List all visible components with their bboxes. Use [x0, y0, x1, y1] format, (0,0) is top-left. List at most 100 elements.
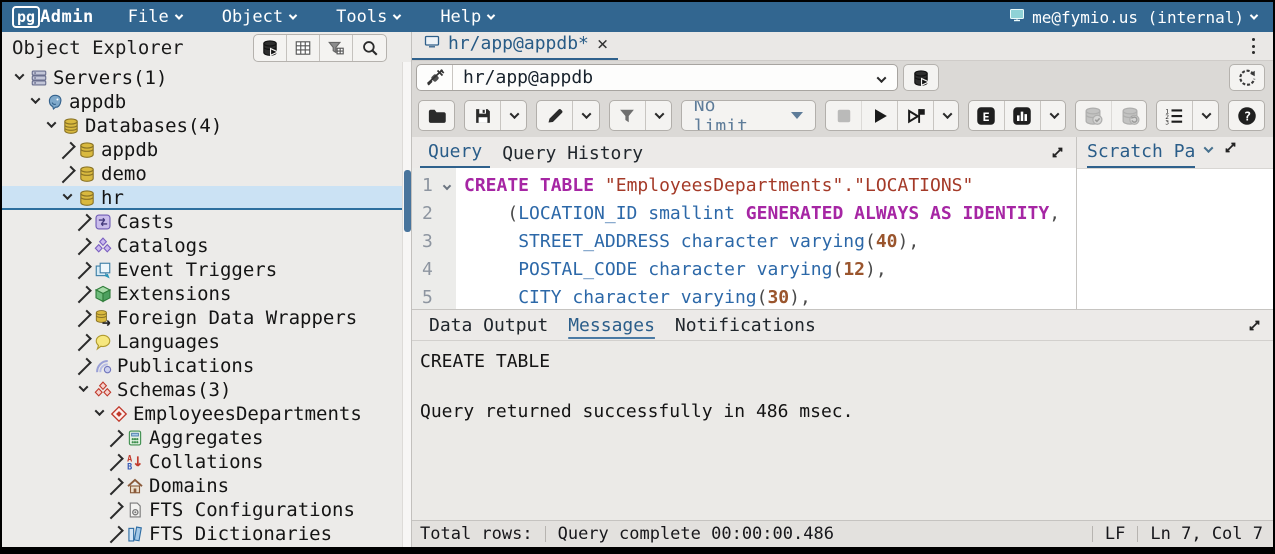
tree-collapse-arrow[interactable] [58, 196, 76, 200]
user-menu[interactable]: me@fymio.us (internal) [1009, 7, 1273, 27]
tree-item-domains[interactable]: Domains [2, 474, 411, 498]
tree-item-demo[interactable]: demo [2, 162, 411, 186]
tree-item-extensions[interactable]: Extensions [2, 282, 411, 306]
tree-item-fts-dictionaries[interactable]: FTS Dictionaries [2, 522, 411, 546]
tree-collapse-arrow[interactable] [26, 100, 44, 104]
tree-collapse-arrow[interactable] [10, 76, 28, 80]
dropdown-chevron-button[interactable] [646, 101, 672, 130]
tree-expand-arrow[interactable] [106, 435, 124, 442]
tree-item-foreign-data-wrappers[interactable]: Foreign Data Wrappers [2, 306, 411, 330]
tab-query-tool[interactable]: hr/app@appdb* × [412, 32, 618, 60]
chevron-down-icon [1250, 11, 1258, 19]
save-button[interactable] [465, 101, 501, 130]
expand-icon[interactable] [1049, 144, 1066, 165]
kebab-menu-icon[interactable] [1245, 37, 1261, 55]
dropdown-chevron-button[interactable] [934, 101, 958, 130]
tab-scratch-pad[interactable]: Scratch Pa [1087, 141, 1195, 168]
tree-expand-arrow[interactable] [58, 147, 76, 154]
tree-item-casts[interactable]: Casts [2, 210, 411, 234]
menu-file[interactable]: File [108, 2, 202, 32]
menu-object[interactable]: Object [202, 2, 316, 32]
tree-expand-arrow[interactable] [74, 219, 92, 226]
chevron-down-icon [174, 11, 182, 19]
connection-select[interactable]: hr/app@appdb [416, 64, 898, 91]
tab-data-output[interactable]: Data Output [420, 311, 557, 338]
tree-expand-arrow[interactable] [106, 459, 124, 466]
publications-icon [92, 357, 114, 375]
scratch-pad-input[interactable] [1077, 168, 1273, 309]
tree-item-catalogs[interactable]: Catalogs [2, 234, 411, 258]
refresh-button[interactable] [1229, 64, 1265, 91]
tree-expand-arrow[interactable] [106, 507, 124, 514]
tree-expand-arrow[interactable] [74, 339, 92, 346]
tree-item-fts-configurations[interactable]: FTS Configurations [2, 498, 411, 522]
tab-notifications[interactable]: Notifications [666, 311, 825, 338]
tree-item-appdb[interactable]: appdb [2, 90, 411, 114]
menu-tools[interactable]: Tools [316, 2, 420, 32]
chevron-down-icon[interactable] [1204, 143, 1214, 153]
dropdown-chevron-button[interactable] [573, 101, 599, 130]
expand-icon[interactable] [1222, 139, 1239, 160]
tree-item-servers-1-[interactable]: Servers(1) [2, 66, 411, 90]
dropdown-chevron-button[interactable] [1041, 101, 1066, 130]
dropdown-chevron-button[interactable] [1193, 101, 1219, 130]
new-connection-button[interactable] [903, 64, 939, 91]
stop-button[interactable] [826, 101, 862, 130]
help-button[interactable]: ? [1229, 101, 1265, 130]
database-play-button[interactable] [254, 35, 287, 61]
tree-scrollbar-thumb[interactable] [404, 170, 411, 232]
sql-editor[interactable]: 1 CREATE TABLE "EmployeesDepartments"."L… [412, 168, 1076, 309]
tree-item-schemas-3-[interactable]: Schemas(3) [2, 378, 411, 402]
workspace: QueryQuery History 1 CREATE TABLE "Emplo… [412, 137, 1273, 309]
table-grid-button[interactable] [287, 35, 320, 61]
menu-help[interactable]: Help [420, 2, 514, 32]
row-limit-select[interactable]: No limit [681, 100, 817, 131]
sql-code: (LOCATION_ID smallint GENERATED ALWAYS A… [456, 200, 1060, 228]
search-button[interactable] [353, 35, 386, 61]
pencil-button[interactable] [537, 101, 573, 130]
scratch-pad-column: Scratch Pa [1077, 137, 1273, 309]
tree-collapse-arrow[interactable] [42, 124, 60, 128]
expand-icon[interactable] [1246, 317, 1263, 338]
tree-scrollbar[interactable] [402, 62, 411, 547]
folder-button[interactable] [419, 101, 455, 130]
tree-item-languages[interactable]: Languages [2, 330, 411, 354]
rollback-button[interactable] [1112, 101, 1147, 130]
tree-item-publications[interactable]: Publications [2, 354, 411, 378]
tree-collapse-arrow[interactable] [74, 388, 92, 392]
fold-arrow-icon[interactable] [443, 182, 451, 190]
tree-expand-arrow[interactable] [58, 171, 76, 178]
commit-button[interactable] [1076, 101, 1112, 130]
filter-table-button[interactable] [320, 35, 353, 61]
tree-expand-arrow[interactable] [106, 483, 124, 490]
tree-item-appdb[interactable]: appdb [2, 138, 411, 162]
tree-item-hr[interactable]: hr [2, 186, 411, 210]
tree-item-aggregates[interactable]: Aggregates [2, 426, 411, 450]
tab-messages[interactable]: Messages [559, 311, 664, 338]
tree-collapse-arrow[interactable] [90, 412, 108, 416]
play-script-button[interactable] [898, 101, 934, 130]
tree-item-employeesdepartments[interactable]: EmployeesDepartments [2, 402, 411, 426]
tree-item-databases-4-[interactable]: Databases(4) [2, 114, 411, 138]
tab-query-history[interactable]: Query History [494, 143, 651, 168]
tree-expand-arrow[interactable] [74, 243, 92, 250]
close-icon[interactable]: × [597, 37, 608, 51]
tree-expand-arrow[interactable] [106, 531, 124, 538]
tree-item-collations[interactable]: AB Collations [2, 450, 411, 474]
macros-button[interactable]: 123 [1157, 101, 1193, 130]
funnel-button[interactable] [610, 101, 646, 130]
explain-button[interactable]: E [969, 101, 1005, 130]
tab-query[interactable]: Query [420, 141, 490, 168]
explain-analyze-button[interactable] [1005, 101, 1041, 130]
user-label: me@fymio.us (internal) [1032, 8, 1244, 27]
dropdown-chevron-button[interactable] [501, 101, 527, 130]
eol-indicator[interactable]: LF [1105, 524, 1125, 544]
tree-item-event-triggers[interactable]: Event Triggers [2, 258, 411, 282]
svg-text:B: B [127, 461, 132, 471]
tree-expand-arrow[interactable] [74, 363, 92, 370]
tree-expand-arrow[interactable] [74, 267, 92, 274]
play-button[interactable] [862, 101, 898, 130]
sql-code: STREET_ADDRESS character varying(40), [456, 228, 919, 256]
tree-expand-arrow[interactable] [74, 315, 92, 322]
tree-expand-arrow[interactable] [74, 291, 92, 298]
